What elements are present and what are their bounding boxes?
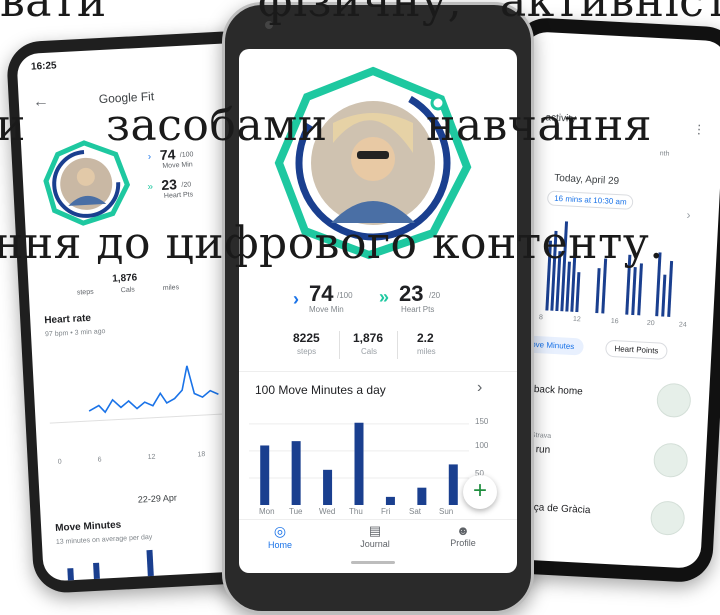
day-label: Sat xyxy=(409,507,422,516)
x-tick: 20 xyxy=(646,319,655,328)
date-label: Today, April 29 xyxy=(554,172,620,188)
heart-pts-max: /20 xyxy=(429,291,441,300)
x-tick: 16 xyxy=(610,317,619,326)
move-min-max: /100 xyxy=(179,151,194,159)
overlay-word: засобами xyxy=(106,100,328,151)
journal-icon: ▤ xyxy=(368,523,382,538)
goal-title: 100 Move Minutes a day xyxy=(255,383,386,397)
divider xyxy=(239,371,517,372)
x-tick: 12 xyxy=(572,315,581,324)
heart-pts-label: Heart Pts xyxy=(401,305,435,314)
home-icon: ◎ xyxy=(273,523,287,539)
y-tick: 150 xyxy=(475,417,489,426)
route-map-thumbnail[interactable] xyxy=(655,382,692,419)
heart-rate-subtitle: 97 bpm • 3 min ago xyxy=(44,328,106,339)
x-tick: 18 xyxy=(197,451,206,459)
nav-profile[interactable]: ☻ Profile xyxy=(435,523,491,548)
date-range-dropdown[interactable]: 22-29 Apr xyxy=(138,493,178,505)
nav-profile-label: Profile xyxy=(450,538,476,548)
heart-pts-arrow-icon: » xyxy=(147,181,154,193)
bar-sun xyxy=(448,464,458,505)
move-min-max: /100 xyxy=(337,291,353,300)
cals-value: 1,876 xyxy=(353,331,384,345)
divider xyxy=(397,331,398,359)
steps-value: 8225 xyxy=(293,331,320,345)
heart-rate-title: Heart rate xyxy=(44,312,92,327)
overlay-word: навчання xyxy=(426,100,653,151)
gesture-bar[interactable] xyxy=(351,561,395,564)
overlay-word: и xyxy=(0,100,26,151)
day-label: Thu xyxy=(349,507,363,516)
status-time: 16:25 xyxy=(30,60,57,73)
nav-journal-label: Journal xyxy=(360,539,390,549)
day-label: Wed xyxy=(319,507,336,516)
bar-tue xyxy=(291,441,301,505)
bar-wed xyxy=(323,469,333,505)
x-tick: 8 xyxy=(538,314,544,322)
profile-icon: ☻ xyxy=(456,523,470,538)
heart-pts-label: Heart Pts xyxy=(163,191,194,200)
overlay-line-3: ння до цифрового контенту. xyxy=(0,218,664,269)
heart-pts-value: 23 xyxy=(399,281,424,306)
time-pill: 16 mins at 10:30 am xyxy=(546,190,635,210)
add-activity-fab[interactable]: + xyxy=(463,475,497,509)
nav-journal[interactable]: ▤ Journal xyxy=(347,523,403,549)
route-map-thumbnail[interactable] xyxy=(649,500,686,537)
day-label: Mon xyxy=(259,507,275,516)
move-min-arrow-icon: › xyxy=(147,151,152,163)
nav-home[interactable]: ◎ Home xyxy=(255,523,305,550)
overlay-word: активність xyxy=(500,0,720,27)
heart-pts-value: 23 xyxy=(160,176,178,193)
divider xyxy=(339,331,340,359)
miles-label: miles xyxy=(417,347,436,356)
move-min-label: Move Min xyxy=(309,305,344,314)
day-label: Fri xyxy=(381,507,391,516)
center-phone: › 74 /100 Move Min » 23 /20 Heart Pts 82… xyxy=(222,2,534,614)
day-label: Tue xyxy=(289,507,303,516)
overlay-word: вати xyxy=(0,0,107,27)
chip-heart-points[interactable]: Heart Points xyxy=(605,339,668,360)
move-min-value: 74 xyxy=(309,281,334,306)
overlay-word: фізичну, xyxy=(258,0,463,27)
move-min-label: Move Min xyxy=(162,161,193,170)
nav-home-label: Home xyxy=(267,540,292,550)
bar-mon xyxy=(260,445,270,505)
cals-label: Cals xyxy=(120,286,136,295)
heart-pts-arrow-icon: » xyxy=(379,287,390,307)
miles-value: 2.2 xyxy=(417,331,434,345)
x-tick: 12 xyxy=(147,453,156,462)
heart-rate-chart xyxy=(49,365,250,424)
more-menu-icon[interactable]: ⋮ xyxy=(693,122,706,137)
move-min-arrow-icon: › xyxy=(293,289,299,309)
y-tick: 100 xyxy=(475,441,489,450)
cals-value: 1,876 xyxy=(111,272,138,285)
bar-fri xyxy=(385,496,395,505)
x-tick: 24 xyxy=(678,321,687,329)
bar-thu xyxy=(354,422,364,505)
month-label: nth xyxy=(659,150,670,158)
chevron-right-icon[interactable]: › xyxy=(477,379,482,397)
back-arrow-icon[interactable]: ← xyxy=(32,93,49,112)
day-label: Sun xyxy=(439,507,454,516)
route-map-thumbnail[interactable] xyxy=(652,442,689,479)
move-minutes-chart xyxy=(249,422,469,505)
x-tick: 0 xyxy=(57,458,62,466)
miles-label: miles xyxy=(162,284,180,293)
cals-label: Cals xyxy=(361,347,378,356)
x-tick: 6 xyxy=(97,456,102,464)
bar-sat xyxy=(417,487,427,505)
move-minutes-title: Move Minutes xyxy=(54,519,122,534)
heart-pts-max: /20 xyxy=(181,181,192,189)
divider xyxy=(239,519,517,520)
steps-label: steps xyxy=(76,288,94,297)
steps-label: steps xyxy=(297,347,317,356)
